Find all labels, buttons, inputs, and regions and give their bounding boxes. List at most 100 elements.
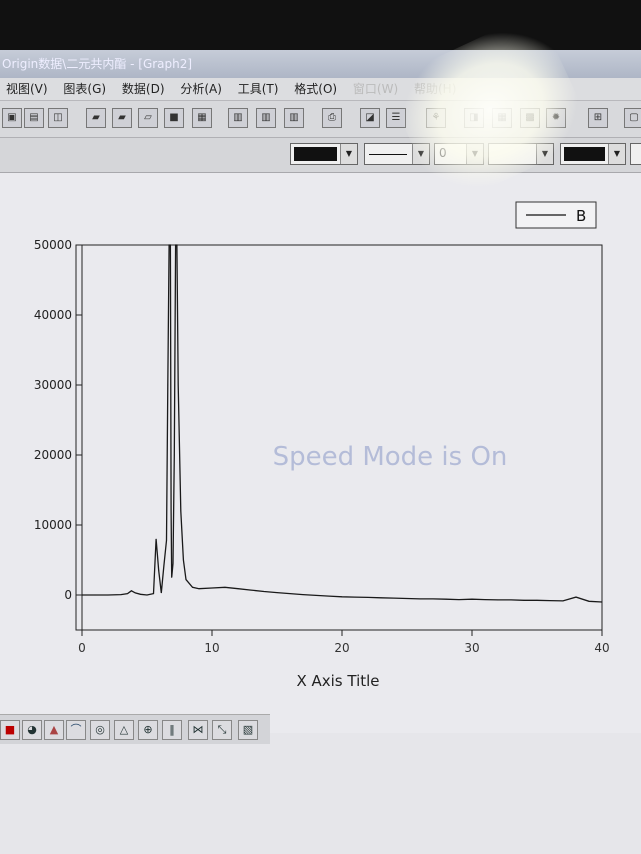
data-point bbox=[250, 589, 252, 591]
ternary-icon[interactable]: △ bbox=[114, 720, 134, 740]
chevron-down-icon: ▼ bbox=[340, 144, 357, 164]
line-style-preview bbox=[369, 154, 407, 155]
x-axis-ticks: 0 10 20 30 40 bbox=[78, 630, 610, 655]
data-point bbox=[562, 600, 564, 602]
data-point bbox=[367, 597, 369, 598]
data-point bbox=[173, 454, 175, 456]
data-point bbox=[536, 599, 538, 601]
menu-tools[interactable]: 工具(T) bbox=[238, 78, 279, 100]
data-point bbox=[167, 384, 169, 386]
refresh-icon[interactable]: ◪ bbox=[360, 108, 380, 128]
x-tick-label: 30 bbox=[464, 641, 479, 655]
area-chart-icon[interactable]: ▲ bbox=[44, 720, 64, 740]
import-thermo-icon[interactable]: ▥ bbox=[284, 108, 304, 128]
new-window-icon[interactable]: ▢ bbox=[624, 108, 641, 128]
data-point bbox=[168, 244, 170, 246]
line-style-select[interactable]: ▼ bbox=[364, 143, 430, 165]
chevron-down-icon: ▼ bbox=[608, 144, 625, 164]
layer-properties-icon[interactable]: ⚘ bbox=[426, 108, 446, 128]
data-point bbox=[263, 591, 265, 592]
import-ascii-icon[interactable]: ▥ bbox=[228, 108, 248, 128]
y-tick-label: 40000 bbox=[34, 308, 72, 322]
data-point bbox=[406, 598, 408, 599]
color-swatch bbox=[564, 147, 605, 161]
data-point bbox=[163, 565, 165, 566]
series-b-points bbox=[81, 244, 603, 603]
color-swatch bbox=[294, 147, 337, 161]
menu-window[interactable]: 窗口(W) bbox=[353, 78, 398, 100]
save-template-icon[interactable]: ▦ bbox=[192, 108, 212, 128]
origin-window: Origin数据\二元共内酯 - [Graph2] 视图(V) 图表(G) 数据… bbox=[0, 50, 641, 854]
data-point bbox=[177, 384, 179, 386]
2d-graphs-toolbar: ■ ◕ ▲ ⌒ ◎ △ ⊕ ‖ ⋈ ⤡ ▧ bbox=[0, 714, 270, 745]
contour-icon[interactable]: ⌒ bbox=[66, 720, 86, 740]
new-graph-icon[interactable]: ▣ bbox=[2, 108, 22, 128]
menu-bar: 视图(V) 图表(G) 数据(D) 分析(A) 工具(T) 格式(O) 窗口(W… bbox=[0, 78, 641, 101]
workspace-background bbox=[0, 744, 641, 854]
chevron-down-icon: ▼ bbox=[466, 144, 483, 164]
bar-stack-icon[interactable]: ‖ bbox=[162, 720, 182, 740]
menu-graph[interactable]: 图表(G) bbox=[63, 78, 106, 100]
data-point bbox=[601, 601, 603, 603]
save-icon[interactable]: ■ bbox=[164, 108, 184, 128]
menu-data[interactable]: 数据(D) bbox=[122, 78, 165, 100]
fill-color-select[interactable]: ▼ bbox=[560, 143, 626, 165]
window-titlebar: Origin数据\二元共内酯 - [Graph2] bbox=[0, 50, 641, 78]
x-tick-label: 40 bbox=[594, 641, 609, 655]
data-point bbox=[445, 598, 447, 600]
menu-help[interactable]: 帮助(H) bbox=[414, 78, 456, 100]
series-b-line bbox=[82, 244, 603, 603]
3d-pie-icon[interactable]: ⊕ bbox=[138, 720, 158, 740]
data-point bbox=[549, 600, 551, 601]
data-point bbox=[432, 598, 434, 600]
print-icon[interactable]: ⎙ bbox=[322, 108, 342, 128]
data-point bbox=[419, 598, 421, 600]
polar-icon[interactable]: ◎ bbox=[90, 720, 110, 740]
new-function-icon[interactable]: ◫ bbox=[48, 108, 68, 128]
data-point bbox=[171, 577, 173, 578]
style-toolbar: ▼ ▼ 0 ▼ ▼ ▼ bbox=[0, 138, 641, 173]
data-point bbox=[510, 599, 512, 601]
data-point bbox=[127, 593, 128, 594]
data-point bbox=[131, 590, 132, 592]
color-fill-icon[interactable]: ■ bbox=[0, 720, 20, 740]
open-template-icon[interactable]: ▰ bbox=[112, 108, 132, 128]
matrix-icon[interactable]: ▩ bbox=[520, 108, 540, 128]
data-point bbox=[471, 598, 473, 600]
menu-view[interactable]: 视图(V) bbox=[6, 78, 48, 100]
pattern-select[interactable]: ▼ bbox=[488, 143, 554, 165]
error-bar-icon[interactable]: ⋈ bbox=[188, 720, 208, 740]
data-point bbox=[153, 593, 154, 594]
worksheet-icon[interactable]: ▦ bbox=[492, 108, 512, 128]
x-axis-title[interactable]: X Axis Title bbox=[296, 672, 379, 690]
menu-format[interactable]: 格式(O) bbox=[294, 78, 337, 100]
template-icon[interactable]: ▧ bbox=[238, 720, 258, 740]
vector-icon[interactable]: ⤡ bbox=[212, 720, 232, 740]
menu-analysis[interactable]: 分析(A) bbox=[180, 78, 222, 100]
code-builder-icon[interactable]: ✹ bbox=[546, 108, 566, 128]
duplicate-icon[interactable]: ☰ bbox=[386, 108, 406, 128]
data-point bbox=[183, 559, 184, 561]
line-width-value: 0 bbox=[439, 146, 447, 160]
x-tick-label: 10 bbox=[204, 641, 219, 655]
data-point bbox=[176, 244, 178, 246]
open-icon[interactable]: ▰ bbox=[86, 108, 106, 128]
line-color-select[interactable]: ▼ bbox=[290, 143, 358, 165]
y-tick-label: 50000 bbox=[34, 238, 72, 252]
pie-chart-icon[interactable]: ◕ bbox=[22, 720, 42, 740]
new-layout-icon[interactable]: ▤ bbox=[24, 108, 44, 128]
monitor-bezel bbox=[0, 0, 641, 54]
data-point bbox=[354, 596, 356, 598]
legend[interactable]: B bbox=[515, 201, 597, 229]
add-layer-icon[interactable]: ⊞ bbox=[588, 108, 608, 128]
import-icon[interactable]: ▱ bbox=[138, 108, 158, 128]
data-point bbox=[575, 596, 577, 598]
zoom-icon[interactable]: ◨ bbox=[464, 108, 484, 128]
import-multi-ascii-icon[interactable]: ▥ bbox=[256, 108, 276, 128]
line-width-select[interactable]: 0 ▼ bbox=[434, 143, 484, 165]
data-point bbox=[180, 510, 182, 512]
data-point bbox=[315, 594, 317, 596]
more-style-select[interactable] bbox=[630, 143, 641, 165]
data-point bbox=[302, 594, 304, 596]
chevron-down-icon: ▼ bbox=[536, 144, 553, 164]
